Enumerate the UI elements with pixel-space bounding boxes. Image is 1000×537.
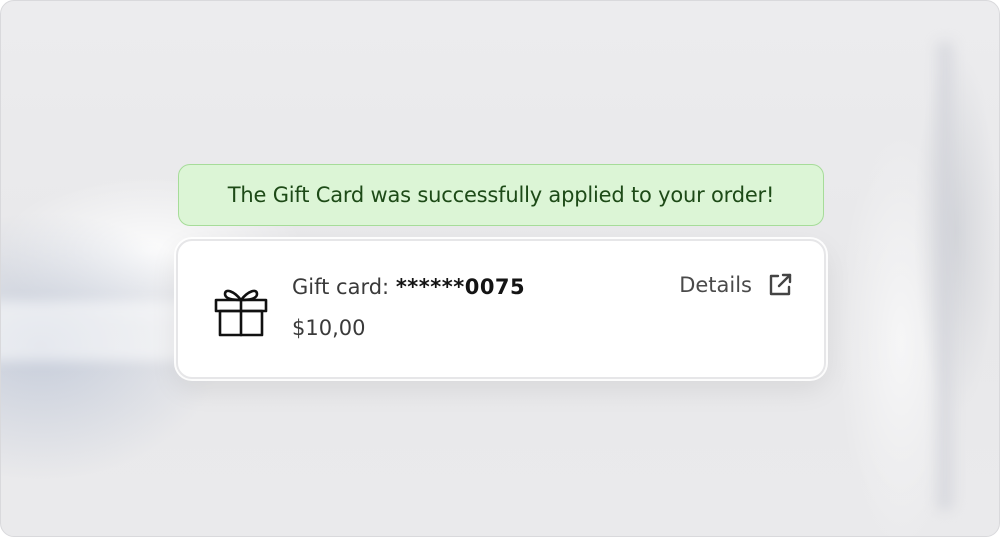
gift-card-number: ******0075 <box>395 275 526 299</box>
gift-icon <box>214 283 268 337</box>
success-message: The Gift Card was successfully applied t… <box>227 183 775 207</box>
details-label[interactable]: Details <box>679 273 752 297</box>
gift-card-label-row: Gift card: ******0075 <box>292 275 525 299</box>
background-highlight <box>936 41 954 511</box>
gift-card-panel: Gift card: ******0075 $10,00 Details <box>176 239 826 379</box>
success-banner: The Gift Card was successfully applied t… <box>178 164 824 226</box>
screenshot-frame: The Gift Card was successfully applied t… <box>0 0 1000 537</box>
gift-card-amount: $10,00 <box>292 316 366 340</box>
details-link[interactable]: Details <box>679 271 794 299</box>
gift-card-label: Gift card: <box>292 275 396 299</box>
external-link-icon[interactable] <box>766 271 794 299</box>
